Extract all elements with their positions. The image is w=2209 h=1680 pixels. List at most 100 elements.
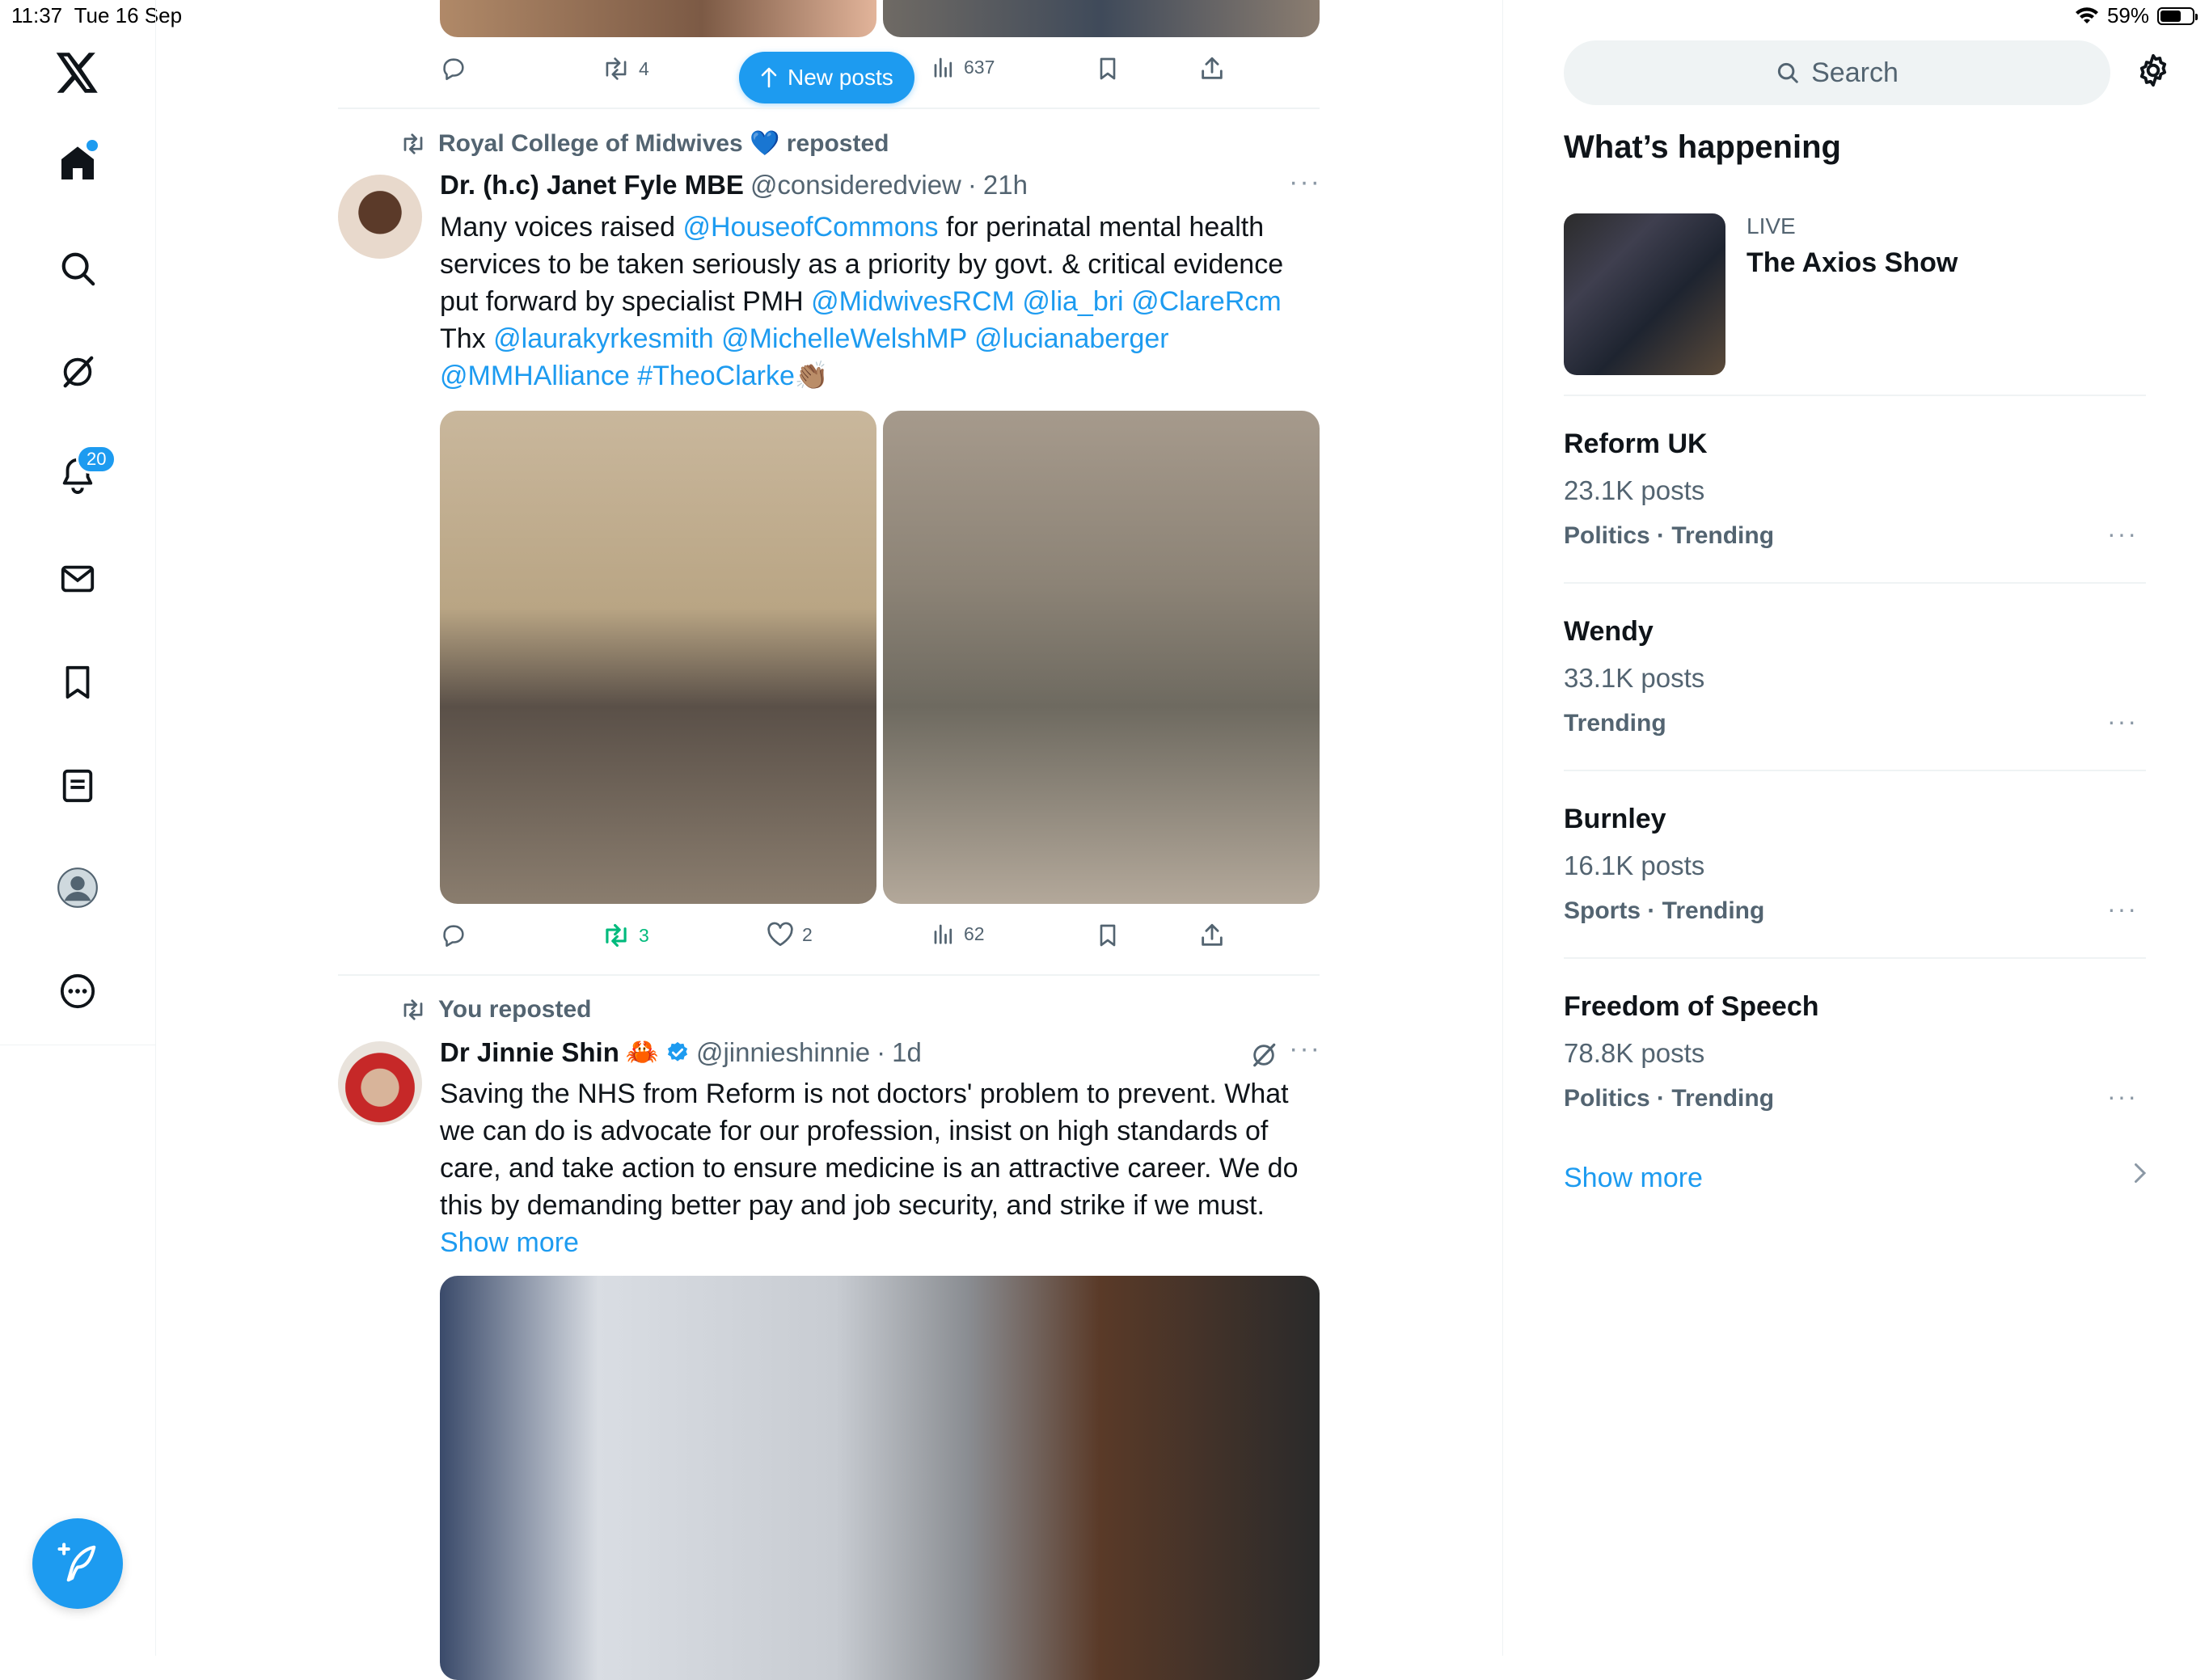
share-button[interactable] [1198,922,1226,949]
trend-category: Politics · Trending [1564,522,1775,549]
tweet-image[interactable] [440,1276,1320,1680]
search-input[interactable]: Search [1564,40,2110,105]
tweet-header: Dr Jinnie Shin 🦀 @jinnieshinnie · 1d [440,1036,922,1068]
tweet-divider [338,108,1320,109]
tweet-text-segment: Many voices raised [440,212,683,243]
more-options-icon[interactable]: ··· [2107,519,2138,549]
hashtag-link[interactable]: #TheoClarke [637,361,795,391]
author-name[interactable]: Dr. (h.c) Janet Fyle MBE [440,170,744,201]
show-more-link[interactable]: Show more [440,1227,579,1258]
notifications-badge: 20 [76,445,117,474]
battery-icon [2157,6,2198,25]
trend-post-count: 16.1K posts [1564,851,1705,880]
grok-icon[interactable] [1250,1041,1278,1069]
trend-category: Trending [1564,710,1666,737]
trend-name[interactable]: Burnley [1564,804,1666,835]
messages-icon[interactable] [45,547,110,611]
more-icon[interactable] [45,959,110,1024]
profile-icon[interactable] [45,855,110,920]
more-options-icon[interactable]: ··· [2107,1082,2138,1112]
trend-post-count: 78.8K posts [1564,1038,1705,1068]
views-icon [931,55,956,79]
tweet-header: Dr. (h.c) Janet Fyle MBE @consideredview… [440,170,1028,201]
trend-divider [1564,395,2146,396]
share-icon [1198,55,1226,82]
bookmark-button[interactable] [1095,55,1121,82]
chevron-right-icon [2131,1161,2148,1185]
tweet-time[interactable]: 21h [983,170,1028,201]
avatar[interactable] [338,175,422,259]
trend-name[interactable]: Freedom of Speech [1564,991,1819,1023]
bookmarks-icon[interactable] [45,650,110,715]
trend-post-count: 33.1K posts [1564,663,1705,693]
battery-percent: 59% [2106,3,2149,27]
repost-context: You reposted [399,996,591,1024]
tweet-time[interactable]: 1d [892,1037,922,1068]
search-icon[interactable] [45,236,110,301]
author-handle[interactable]: @consideredview [750,170,961,201]
trend-category: Politics · Trending [1564,1085,1775,1112]
new-posts-label: New posts [788,65,893,90]
mention-link[interactable]: @HouseofCommons [682,212,938,243]
tweet-text: Many voices raised @HouseofCommons for p… [440,209,1321,395]
lists-icon[interactable] [45,753,110,818]
reply-button[interactable] [440,55,467,82]
repost-button[interactable]: 4 [602,55,649,82]
arrow-up-icon [760,67,778,88]
compose-button[interactable] [32,1518,123,1609]
grok-icon[interactable] [45,340,110,404]
tweet-divider [338,974,1320,976]
bookmark-icon [1095,922,1121,949]
views-button[interactable]: 62 [931,922,985,946]
like-button[interactable]: 2 [767,922,813,948]
tweet-text-segment: 👏🏽 [794,361,830,391]
mention-link[interactable]: @MidwivesRCM [811,286,1015,317]
repost-count: 4 [639,57,649,79]
reply-button[interactable] [440,922,467,949]
tweet-actions: 3 2 62 [0,912,1375,960]
mention-link[interactable]: @lucianaberger [974,323,1169,354]
show-more-link[interactable]: Show more [1564,1163,1703,1194]
author-name[interactable]: Dr Jinnie Shin [440,1037,619,1068]
share-icon [1198,922,1226,949]
tweet-text-segment [714,323,721,354]
live-event-thumbnail[interactable] [1564,213,1725,375]
trend-name[interactable]: Reform UK [1564,428,1708,460]
verified-icon [665,1041,690,1065]
live-event-title[interactable]: The Axios Show [1747,247,1958,279]
author-handle[interactable]: @jinnieshinnie [696,1037,870,1068]
live-label: LIVE [1747,213,1796,238]
mention-link[interactable]: @ClareRcm [1131,286,1282,317]
bookmark-button[interactable] [1095,922,1121,949]
trend-divider [1564,770,2146,771]
tweet-text-segment [630,361,637,391]
home-unread-dot [84,137,100,154]
views-count: 637 [964,56,995,78]
gear-icon[interactable] [2135,52,2172,89]
mention-link[interactable]: @MichelleWelshMP [721,323,966,354]
views-button[interactable]: 637 [931,55,995,79]
mention-link[interactable]: @laurakyrkesmith [493,323,714,354]
whats-happening-title: What’s happening [1564,129,1841,165]
repost-icon [399,998,427,1022]
more-options-icon[interactable]: ··· [1289,1033,1321,1065]
mention-link[interactable]: @MMHAlliance [440,361,630,391]
compose-icon [56,1542,99,1585]
new-posts-button[interactable]: New posts [739,52,914,103]
more-options-icon[interactable]: ··· [1289,167,1321,198]
home-icon[interactable] [45,131,110,196]
previous-tweet-image-1[interactable] [440,0,876,37]
reposter-name[interactable]: You reposted [438,996,591,1024]
avatar[interactable] [338,1041,422,1125]
repost-button[interactable]: 3 [602,922,649,949]
reposter-name[interactable]: Royal College of Midwives 💙 reposted [438,129,889,158]
share-button[interactable] [1198,55,1226,82]
tweet-image-2[interactable] [883,411,1320,904]
trend-name[interactable]: Wendy [1564,616,1654,648]
tweet-image-1[interactable] [440,411,876,904]
previous-tweet-image-2[interactable] [883,0,1320,37]
mention-link[interactable]: @lia_bri [1022,286,1123,317]
more-options-icon[interactable]: ··· [2107,707,2138,737]
more-options-icon[interactable]: ··· [2107,894,2138,924]
repost-context: Royal College of Midwives 💙 reposted [399,129,889,158]
